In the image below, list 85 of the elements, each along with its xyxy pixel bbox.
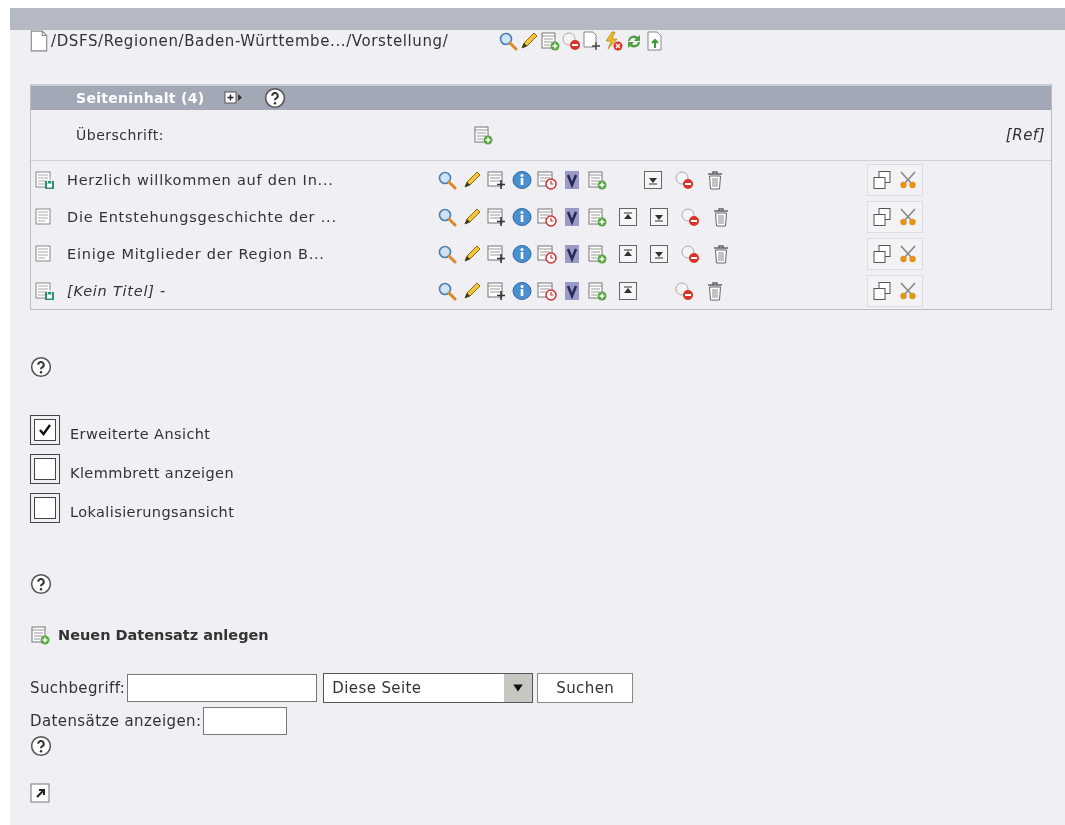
scissors-icon[interactable] (898, 169, 918, 190)
move-up-icon[interactable] (618, 243, 638, 264)
record-count-field[interactable] (203, 707, 288, 735)
table-move-icon[interactable] (487, 243, 507, 264)
bulb-minus-icon[interactable] (680, 206, 700, 227)
info-icon[interactable] (512, 206, 532, 227)
help-icon[interactable] (264, 87, 287, 109)
scissors-icon[interactable] (898, 243, 918, 264)
column-label: Überschrift: (76, 127, 165, 143)
version-icon[interactable] (562, 243, 582, 264)
checkbox-label: Lokalisierungsansicht (70, 503, 235, 520)
table-clock-icon[interactable] (537, 280, 557, 301)
info-icon[interactable] (512, 280, 532, 301)
record-title[interactable]: Herzlich willkommen auf den In... (67, 171, 437, 188)
bulb-minus-icon[interactable] (674, 169, 694, 190)
magnifier-icon[interactable] (437, 206, 457, 227)
trash-icon[interactable] (705, 280, 725, 301)
trash-icon[interactable] (705, 169, 725, 190)
table-plus-icon[interactable] (30, 625, 50, 645)
pencil-icon[interactable] (462, 206, 482, 227)
help-icon[interactable] (30, 573, 52, 595)
expand-icon[interactable] (224, 91, 245, 105)
lightning-icon[interactable] (603, 31, 624, 51)
move-down-icon[interactable] (643, 169, 663, 190)
document-move-icon[interactable] (582, 31, 603, 51)
ref-label: [Ref] (1005, 126, 1045, 144)
version-icon[interactable] (562, 169, 582, 190)
dropdown-arrow-icon (512, 683, 525, 693)
pencil-icon[interactable] (462, 169, 482, 190)
help-icon[interactable] (30, 735, 52, 757)
search-button[interactable]: Suchen (537, 673, 634, 703)
search-field[interactable] (127, 674, 318, 702)
record-count-label: Datensätze anzeigen: (30, 712, 202, 730)
document-icon (30, 30, 48, 52)
table-plus-icon[interactable] (587, 206, 607, 227)
info-icon[interactable] (512, 169, 532, 190)
magnifier-icon[interactable] (437, 169, 457, 190)
copy-icon[interactable] (872, 280, 892, 301)
checkbox-label: Klemmbrett anzeigen (70, 464, 234, 481)
move-up-icon[interactable] (618, 206, 638, 227)
table-move-icon[interactable] (487, 280, 507, 301)
table-clock-icon[interactable] (537, 169, 557, 190)
table-move-icon[interactable] (487, 169, 507, 190)
panel-title: Seiteninhalt (4) (76, 90, 205, 106)
bulb-minus-icon[interactable] (561, 31, 582, 51)
move-up-icon[interactable] (618, 280, 638, 301)
copy-icon[interactable] (872, 206, 892, 227)
record-title[interactable]: Die Entstehungsgeschichte der ... (67, 208, 437, 225)
magnifier-icon[interactable] (437, 243, 457, 264)
shortcut-icon[interactable] (30, 783, 50, 803)
bulb-minus-icon[interactable] (680, 243, 700, 264)
magnifier-icon[interactable] (498, 31, 519, 51)
version-icon[interactable] (562, 206, 582, 227)
table-plus-icon[interactable] (587, 243, 607, 264)
checkmark-icon (38, 422, 52, 437)
table-plus-icon[interactable] (587, 280, 607, 301)
bulb-minus-icon[interactable] (674, 280, 694, 301)
magnifier-icon[interactable] (437, 280, 457, 301)
table-plus-icon[interactable] (473, 125, 493, 145)
move-down-icon[interactable] (649, 206, 669, 227)
help-icon[interactable] (30, 356, 52, 378)
pencil-icon[interactable] (462, 243, 482, 264)
checkbox-label: Erweiterte Ansicht (70, 425, 211, 442)
copy-icon[interactable] (872, 243, 892, 264)
trash-icon[interactable] (711, 243, 731, 264)
scissors-icon[interactable] (898, 206, 918, 227)
pencil-icon[interactable] (462, 280, 482, 301)
scissors-icon[interactable] (898, 280, 918, 301)
search-label: Suchbegriff: (30, 679, 126, 697)
scope-select[interactable]: Diese Seite (323, 673, 534, 703)
version-icon[interactable] (562, 280, 582, 301)
move-down-icon[interactable] (649, 243, 669, 264)
info-icon[interactable] (512, 243, 532, 264)
table-move-icon[interactable] (487, 206, 507, 227)
table-clock-icon[interactable] (537, 206, 557, 227)
record-title[interactable]: [Kein Titel] - (67, 282, 437, 299)
new-record-link[interactable]: Neuen Datensatz anlegen (58, 627, 269, 643)
trash-icon[interactable] (711, 206, 731, 227)
pencil-icon[interactable] (519, 31, 540, 51)
table-clock-icon[interactable] (537, 243, 557, 264)
copy-icon[interactable] (872, 169, 892, 190)
table-plus-icon[interactable] (540, 31, 561, 51)
record-title[interactable]: Einige Mitglieder der Region B... (67, 245, 437, 262)
page-path: /DSFS/Regionen/Baden-Württembe.../Vorstellung/ (51, 32, 449, 50)
table-plus-icon[interactable] (587, 169, 607, 190)
